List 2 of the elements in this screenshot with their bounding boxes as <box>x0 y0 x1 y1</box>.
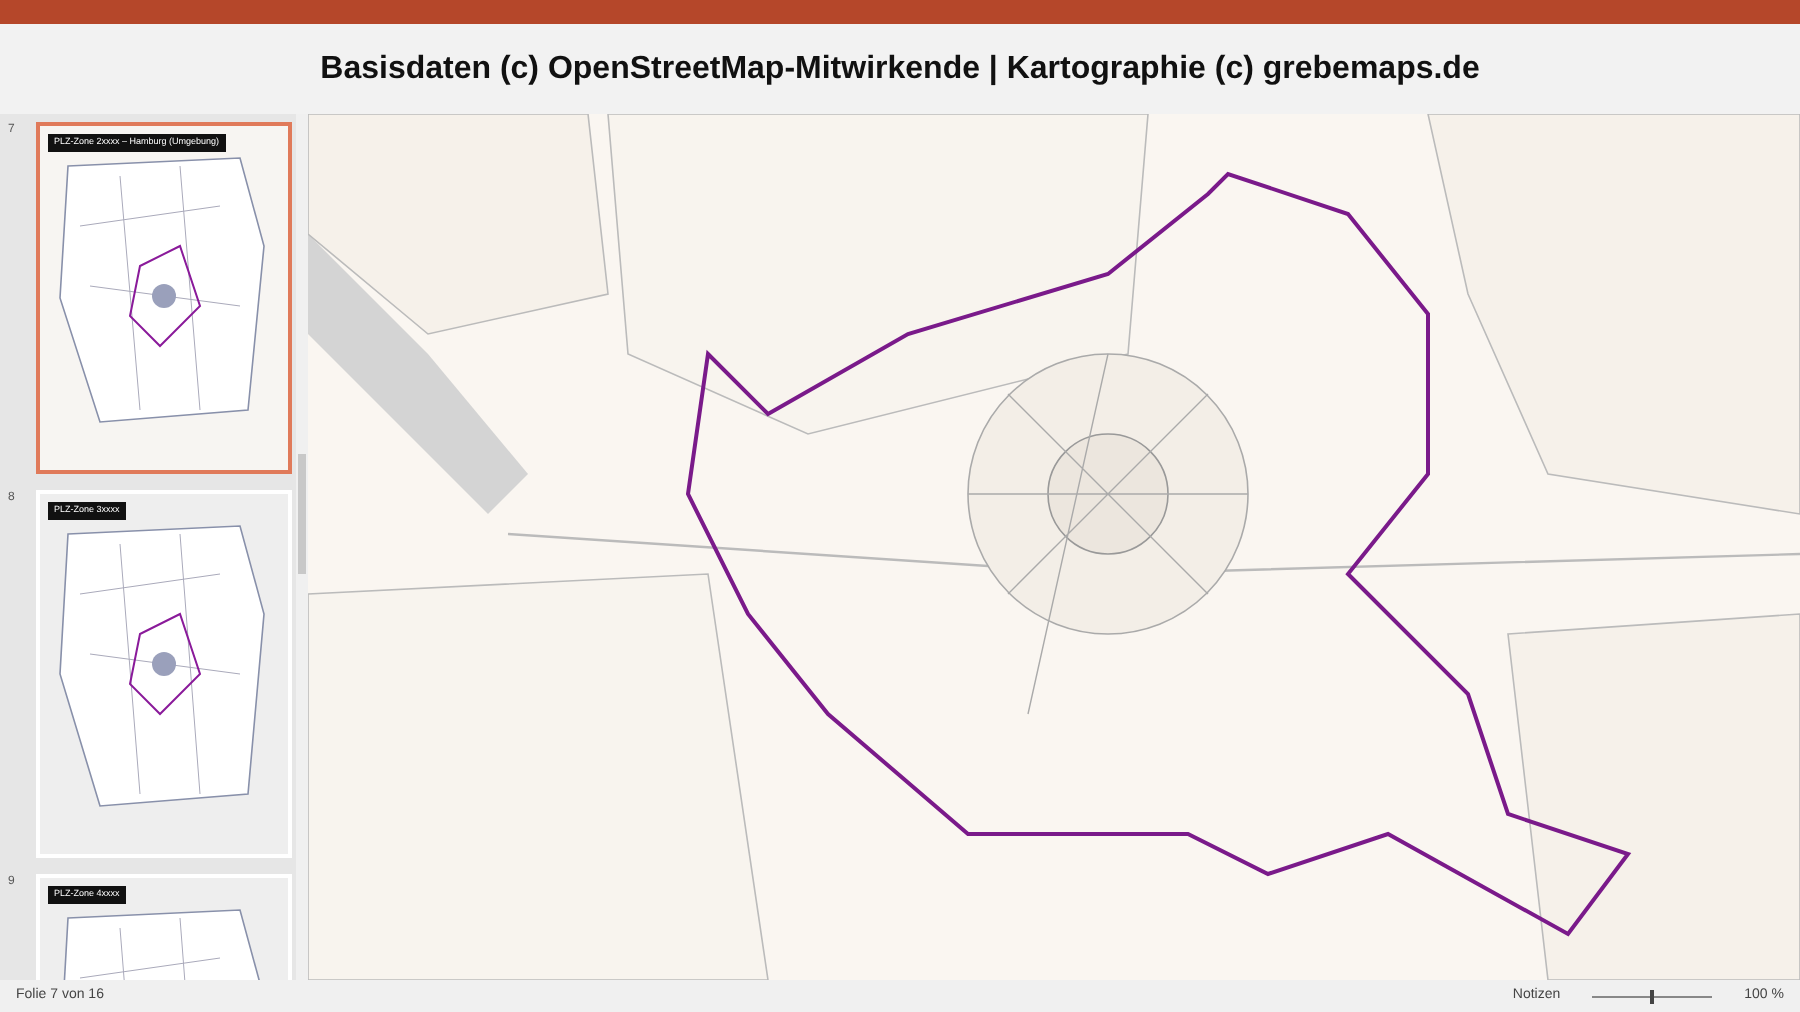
caption-text: Basisdaten (c) OpenStreetMap-Mitwirkende | Kartographie (c) grebemaps.de <box>320 49 1480 89</box>
zoom-slider-thumb[interactable] <box>1650 989 1655 1003</box>
